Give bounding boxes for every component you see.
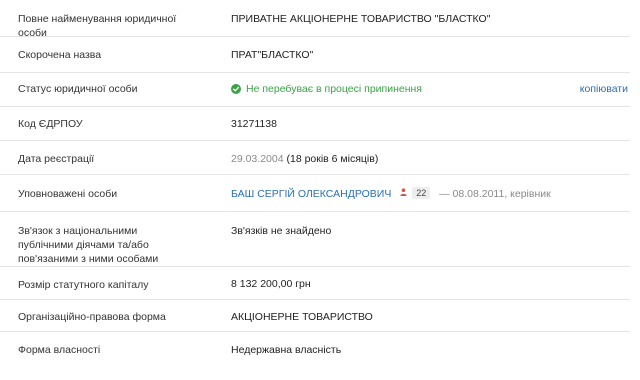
status-label: Статус юридичної особи [18, 83, 138, 95]
relations-count-badge: 22 [412, 187, 431, 200]
company-details-page: Повне найменування юридичної особи ПРИВА… [0, 0, 640, 380]
capital-label: Розмір статутного капіталу [18, 279, 149, 291]
status-value: Не перебуває в процесі припинення [231, 82, 422, 96]
row-status: Статус юридичної особи Не перебуває в пр… [0, 73, 630, 107]
edrpou-value: 31271138 [231, 118, 277, 130]
copy-button[interactable]: копіювати [580, 82, 628, 96]
legal-form-label: Організаційно-правова форма [18, 311, 166, 323]
ownership-label: Форма власності [18, 344, 101, 356]
row-legal-form: Організаційно-правова форма АКЦІОНЕРНЕ Т… [0, 300, 630, 332]
short-name-label: Скорочена назва [18, 49, 102, 61]
row-authorized-persons: Уповноважені особи БАШ СЕРГІЙ ОЛЕКСАНДРО… [0, 175, 630, 212]
row-edrpou: Код ЄДРПОУ 31271138 [0, 107, 630, 141]
authorized-meta: — 08.08.2011, керівник [439, 188, 551, 200]
row-full-name: Повне найменування юридичної особи ПРИВА… [0, 0, 630, 39]
pep-value: Зв'язків не знайдено [231, 225, 332, 237]
row-ownership: Форма власності Недержавна власність [0, 332, 630, 366]
registration-duration: (18 років 6 місяців) [286, 153, 379, 165]
registration-value: 29.03.2004 (18 років 6 місяців) [231, 152, 378, 166]
edrpou-label: Код ЄДРПОУ [18, 118, 83, 130]
authorized-person-link[interactable]: БАШ СЕРГІЙ ОЛЕКСАНДРОВИЧ [231, 188, 391, 200]
authorized-label: Уповноважені особи [18, 188, 118, 200]
full-name-value: ПРИВАТНЕ АКЦІОНЕРНЕ ТОВАРИСТВО "БЛАСТКО" [231, 13, 491, 25]
legal-form-value: АКЦІОНЕРНЕ ТОВАРИСТВО [231, 311, 373, 323]
person-icon [400, 186, 407, 200]
check-circle-icon [231, 84, 241, 94]
row-capital: Розмір статутного капіталу 8 132 200,00 … [0, 267, 630, 300]
status-text: Не перебуває в процесі припинення [246, 83, 422, 95]
full-name-label: Повне найменування юридичної особи [18, 13, 177, 39]
capital-value: 8 132 200,00 грн [231, 278, 311, 290]
row-pep-relations: Зв'язок з національними публічними діяча… [0, 212, 630, 267]
short-name-value: ПРАТ"БЛАСТКО" [231, 49, 314, 61]
company-details-table: Повне найменування юридичної особи ПРИВА… [0, 0, 640, 366]
row-registration: Дата реєстрації 29.03.2004 (18 років 6 м… [0, 141, 630, 175]
authorized-value: БАШ СЕРГІЙ ОЛЕКСАНДРОВИЧ 22 — 08.08.2011… [231, 187, 551, 201]
ownership-value: Недержавна власність [231, 344, 342, 356]
registration-label: Дата реєстрації [18, 153, 95, 165]
registration-date: 29.03.2004 [231, 153, 284, 165]
pep-label: Зв'язок з національними публічними діяча… [18, 225, 159, 265]
row-short-name: Скорочена назва ПРАТ"БЛАСТКО" [0, 37, 630, 73]
